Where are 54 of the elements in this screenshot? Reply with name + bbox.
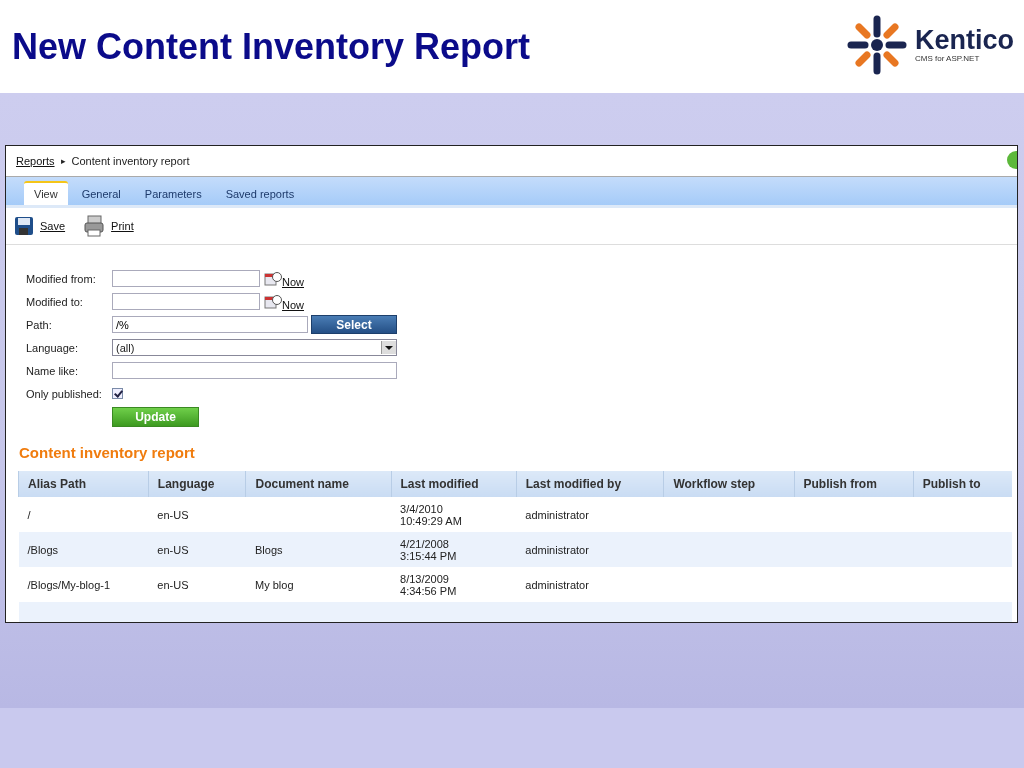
table-cell: /Blogs bbox=[27, 543, 59, 556]
now-link[interactable]: Now bbox=[282, 298, 304, 311]
column-header: Workflow step bbox=[663, 471, 794, 497]
tab[interactable]: General bbox=[71, 183, 131, 205]
logo-icon bbox=[847, 13, 907, 76]
column-header: Alias Path bbox=[18, 471, 149, 497]
logo-name: Kentico bbox=[915, 26, 1014, 54]
table-cell: 4/21/2008 3:15:44 PM bbox=[400, 537, 457, 562]
table-cell: My blog bbox=[255, 578, 294, 591]
field-label: Modified from: bbox=[26, 272, 97, 285]
field-label: Modified to: bbox=[26, 295, 84, 308]
date-field[interactable] bbox=[112, 270, 260, 287]
now-link[interactable]: Now bbox=[282, 275, 304, 288]
column-header: Document name bbox=[246, 471, 392, 497]
table-cell: / bbox=[27, 508, 31, 521]
report-title: Content inventory report bbox=[19, 444, 196, 461]
table-cell: administrator bbox=[525, 543, 589, 556]
table-cell: en-US bbox=[157, 578, 189, 591]
breadcrumb-link[interactable]: Reports bbox=[16, 155, 55, 167]
field-label: Path: bbox=[26, 318, 53, 331]
table-cell: 8/13/2009 4:34:56 PM bbox=[400, 572, 457, 597]
field-label: Name like: bbox=[26, 364, 79, 377]
breadcrumb-current: Content inventory report bbox=[71, 155, 190, 167]
table-cell: Blogs bbox=[255, 543, 283, 556]
printer-icon[interactable] bbox=[83, 215, 106, 237]
field-label: Only published: bbox=[26, 387, 103, 400]
name-field[interactable] bbox=[112, 362, 397, 379]
tab[interactable]: Saved reports bbox=[215, 183, 305, 205]
date-field[interactable] bbox=[112, 293, 260, 310]
table-cell: administrator bbox=[525, 578, 589, 591]
table-cell: administrator bbox=[525, 508, 589, 521]
logo-tagline: CMS for ASP.NET bbox=[915, 53, 981, 63]
table-cell: /Blogs/My-blog-1 bbox=[27, 578, 111, 591]
calendar-clock-icon[interactable] bbox=[264, 293, 282, 310]
toolbar-link[interactable]: Print bbox=[111, 220, 134, 232]
table-cell: 3/4/2010 10:49:29 AM bbox=[400, 502, 462, 527]
select-button[interactable]: Select bbox=[311, 315, 397, 334]
table-cell: en-US bbox=[157, 508, 189, 521]
tab[interactable]: View bbox=[24, 181, 68, 205]
calendar-clock-icon[interactable] bbox=[264, 270, 282, 287]
toolbar-link[interactable]: Save bbox=[40, 220, 66, 232]
column-header: Publish from bbox=[794, 471, 914, 497]
column-header: Last modified bbox=[391, 471, 517, 497]
breadcrumb-separator: ▸ bbox=[60, 156, 66, 166]
field-label: Language: bbox=[26, 341, 79, 354]
column-header: Language bbox=[148, 471, 246, 497]
tab[interactable]: Parameters bbox=[134, 183, 212, 205]
checkbox[interactable] bbox=[112, 388, 123, 399]
path-field[interactable]: /% bbox=[112, 316, 308, 333]
table-cell: en-US bbox=[157, 543, 189, 556]
language-dropdown[interactable]: (all) bbox=[112, 339, 397, 356]
column-header: Last modified by bbox=[516, 471, 664, 497]
column-header: Publish to bbox=[913, 471, 1012, 497]
slide-title: New Content Inventory Report bbox=[12, 25, 531, 68]
